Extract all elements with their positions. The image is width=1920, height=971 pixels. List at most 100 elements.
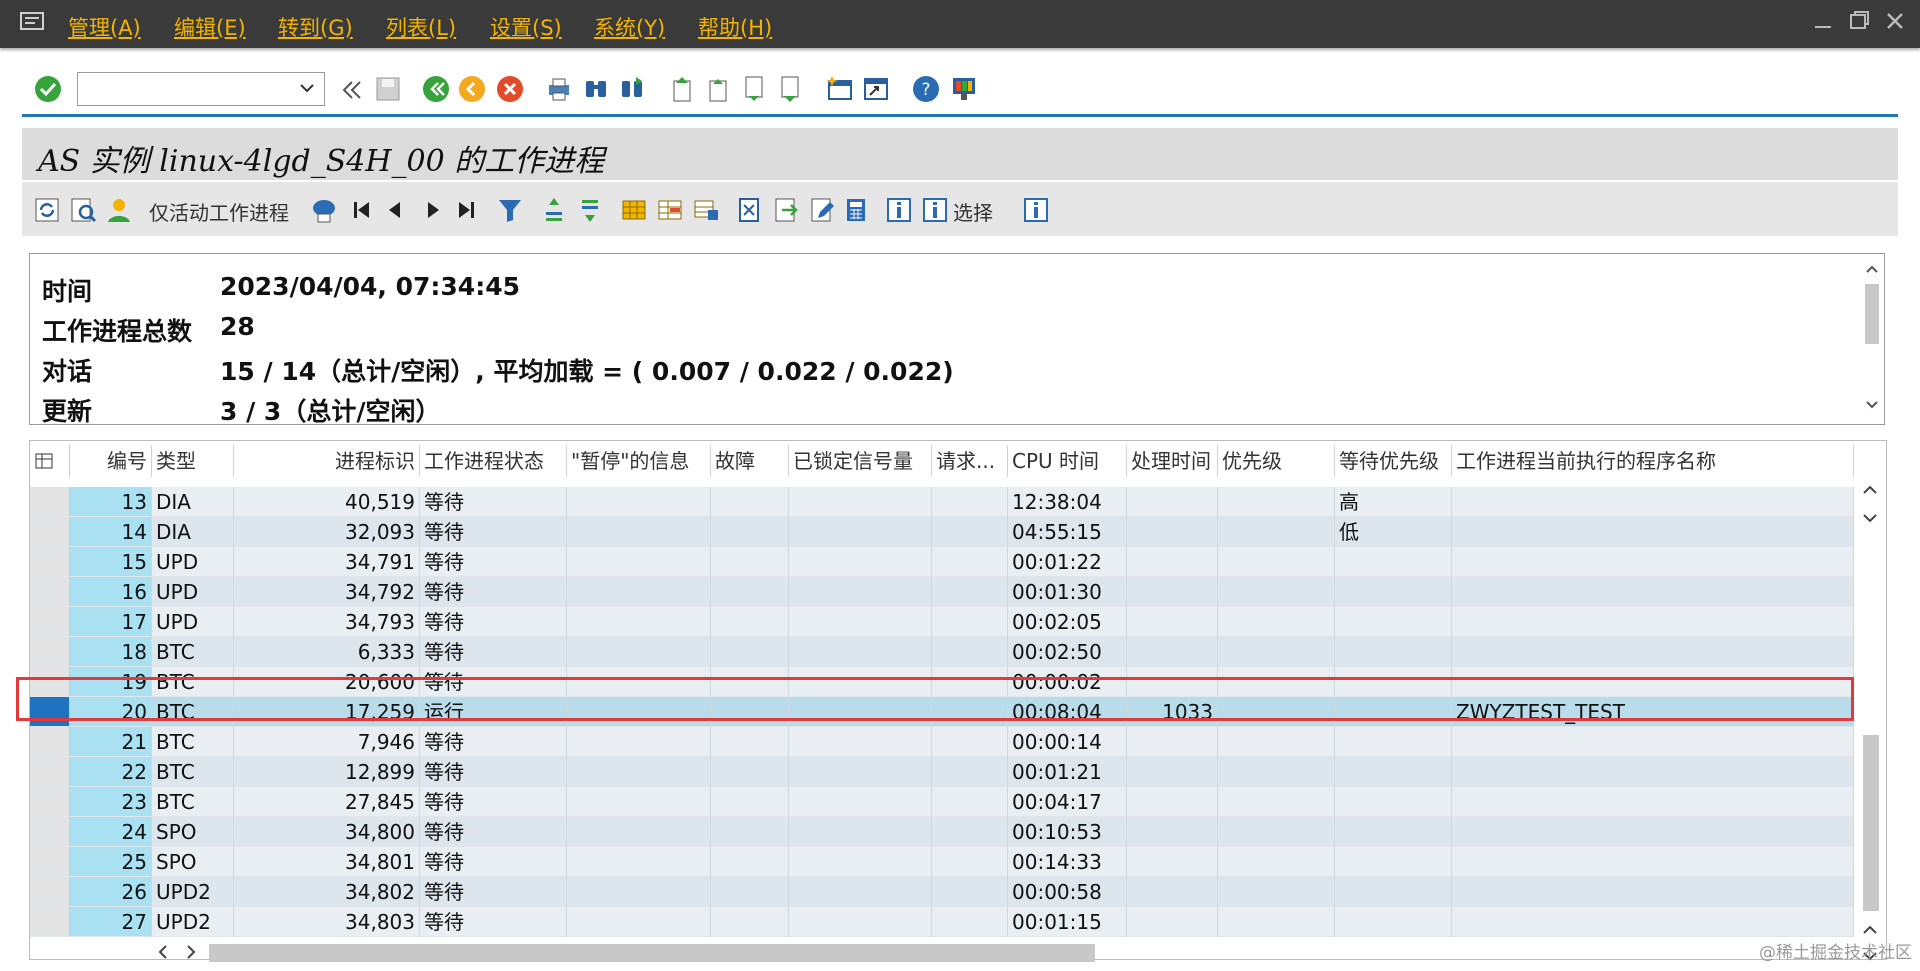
cell-wait-priority[interactable] <box>1335 907 1452 937</box>
table-row[interactable]: 21 BTC 7,946 等待 00:00:14 <box>30 727 1854 757</box>
cell-process-time[interactable] <box>1127 817 1218 847</box>
cell-status[interactable]: 等待 <box>420 817 567 847</box>
cell-program-name[interactable] <box>1452 757 1854 787</box>
cell-type[interactable]: SPO <box>152 817 234 847</box>
cell-number[interactable]: 16 <box>70 577 152 607</box>
export-icon[interactable] <box>736 196 764 224</box>
cell-wait-priority[interactable] <box>1335 667 1452 697</box>
cell-requests[interactable] <box>932 607 1008 637</box>
cell-program-name[interactable] <box>1452 787 1854 817</box>
info-scrollbar[interactable] <box>1864 262 1880 412</box>
cell-process-time[interactable] <box>1127 637 1218 667</box>
cell-process-time[interactable]: 1033 <box>1127 697 1218 727</box>
cell-type[interactable]: UPD2 <box>152 877 234 907</box>
cell-process-time[interactable] <box>1127 787 1218 817</box>
cell-number[interactable]: 27 <box>70 907 152 937</box>
table-row[interactable]: 20 BTC 17,259 运行 00:08:04 1033 ZWYZTEST_TEST <box>30 697 1854 727</box>
cell-pid[interactable]: 34,803 <box>234 907 420 937</box>
cell-process-time[interactable] <box>1127 577 1218 607</box>
horizontal-scroll-thumb[interactable] <box>209 944 1095 962</box>
column-header[interactable]: CPU 时间 <box>1008 445 1127 477</box>
chevron-down-icon[interactable] <box>298 79 316 97</box>
row-selector[interactable] <box>30 607 70 637</box>
cell-pid[interactable]: 32,093 <box>234 517 420 547</box>
cell-status[interactable]: 等待 <box>420 787 567 817</box>
cell-priority[interactable] <box>1218 787 1335 817</box>
cell-pid[interactable]: 34,802 <box>234 877 420 907</box>
cell-process-time[interactable] <box>1127 487 1218 517</box>
last-page-icon[interactable] <box>776 75 804 103</box>
cell-pid[interactable]: 34,801 <box>234 847 420 877</box>
cell-program-name[interactable] <box>1452 907 1854 937</box>
cell-number[interactable]: 23 <box>70 787 152 817</box>
cell-cpu-time[interactable]: 00:00:14 <box>1008 727 1127 757</box>
cell-priority[interactable] <box>1218 607 1335 637</box>
cell-program-name[interactable] <box>1452 547 1854 577</box>
layout-icon[interactable] <box>950 75 978 103</box>
cell-pid[interactable]: 7,946 <box>234 727 420 757</box>
table-row[interactable]: 23 BTC 27,845 等待 00:04:17 <box>30 787 1854 817</box>
cell-cpu-time[interactable]: 04:55:15 <box>1008 517 1127 547</box>
select-all-icon[interactable] <box>30 445 70 477</box>
prev-icon[interactable] <box>382 196 410 224</box>
cell-error[interactable] <box>711 757 789 787</box>
cell-program-name[interactable]: ZWYZTEST_TEST <box>1452 697 1854 727</box>
cell-type[interactable]: UPD <box>152 607 234 637</box>
cell-priority[interactable] <box>1218 517 1335 547</box>
row-selector[interactable] <box>30 787 70 817</box>
cell-cpu-time[interactable]: 00:10:53 <box>1008 817 1127 847</box>
cell-error[interactable] <box>711 637 789 667</box>
menu-settings[interactable]: 设置(S) <box>490 12 562 42</box>
cell-number[interactable]: 17 <box>70 607 152 637</box>
cell-error[interactable] <box>711 577 789 607</box>
cell-pid[interactable]: 27,845 <box>234 787 420 817</box>
cell-process-time[interactable] <box>1127 607 1218 637</box>
cell-hold-info[interactable] <box>567 817 711 847</box>
cell-requests[interactable] <box>932 637 1008 667</box>
cell-wait-priority[interactable]: 高 <box>1335 487 1452 517</box>
cell-priority[interactable] <box>1218 547 1335 577</box>
cell-hold-info[interactable] <box>567 907 711 937</box>
cell-priority[interactable] <box>1218 727 1335 757</box>
maximize-icon[interactable] <box>1848 10 1870 32</box>
cell-error[interactable] <box>711 607 789 637</box>
cell-status[interactable]: 等待 <box>420 907 567 937</box>
cell-priority[interactable] <box>1218 697 1335 727</box>
cell-wait-priority[interactable] <box>1335 817 1452 847</box>
cell-cpu-time[interactable]: 00:02:05 <box>1008 607 1127 637</box>
row-selector[interactable] <box>30 817 70 847</box>
minimize-icon[interactable] <box>1812 10 1834 32</box>
details-icon[interactable] <box>69 196 97 224</box>
find-icon[interactable] <box>582 75 610 103</box>
back-icon[interactable] <box>422 75 450 103</box>
cell-hold-info[interactable] <box>567 607 711 637</box>
active-only-label[interactable]: 仅活动工作进程 <box>149 197 289 226</box>
cell-wait-priority[interactable] <box>1335 847 1452 877</box>
row-selector[interactable] <box>30 487 70 517</box>
cancel-icon[interactable] <box>496 75 524 103</box>
column-header[interactable]: 处理时间 <box>1127 445 1218 477</box>
info-scroll-thumb[interactable] <box>1865 284 1879 344</box>
find-next-icon[interactable] <box>618 75 646 103</box>
cell-process-time[interactable] <box>1127 667 1218 697</box>
cell-status[interactable]: 等待 <box>420 517 567 547</box>
cell-error[interactable] <box>711 817 789 847</box>
column-header[interactable]: 进程标识 <box>234 445 420 477</box>
cell-program-name[interactable] <box>1452 487 1854 517</box>
chevron-right-icon[interactable] <box>181 941 201 963</box>
cell-process-time[interactable] <box>1127 757 1218 787</box>
row-selector[interactable] <box>30 697 70 727</box>
horizontal-scrollbar[interactable] <box>29 938 1885 966</box>
next-page-icon[interactable] <box>740 75 768 103</box>
table-row[interactable]: 22 BTC 12,899 等待 00:01:21 <box>30 757 1854 787</box>
menu-list[interactable]: 列表(L) <box>386 12 456 42</box>
cell-wait-priority[interactable] <box>1335 757 1452 787</box>
table-row[interactable]: 19 BTC 20,600 等待 00:00:02 <box>30 667 1854 697</box>
calculator-icon[interactable] <box>842 196 870 224</box>
cell-wait-priority[interactable] <box>1335 637 1452 667</box>
cell-pid[interactable]: 40,519 <box>234 487 420 517</box>
chevron-up-icon[interactable] <box>1864 262 1880 276</box>
cell-cpu-time[interactable]: 00:14:33 <box>1008 847 1127 877</box>
cell-semaphore[interactable] <box>789 697 932 727</box>
table-row[interactable]: 15 UPD 34,791 等待 00:01:22 <box>30 547 1854 577</box>
